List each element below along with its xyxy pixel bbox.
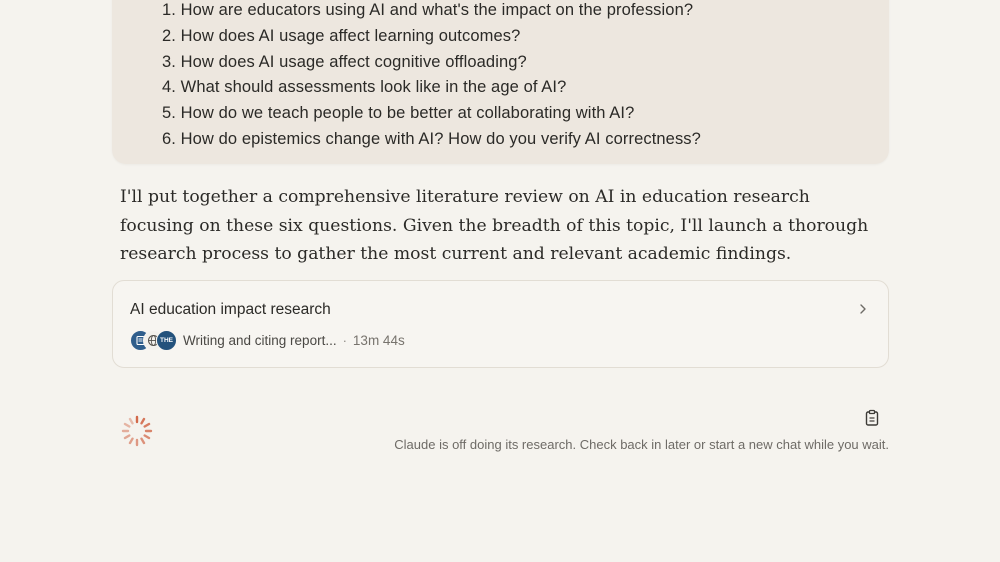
research-card[interactable]: AI education impact research THE Writing…: [112, 280, 889, 368]
research-status: Writing and citing report...: [183, 332, 337, 348]
chat-page: 1. How are educators using AI and what's…: [0, 0, 1000, 562]
question-item: 5. How do we teach people to be better a…: [162, 104, 635, 123]
question-item: 4. What should assessments look like in …: [162, 78, 567, 97]
copy-clipboard-icon[interactable]: [862, 408, 882, 428]
question-item: 2. How does AI usage affect learning out…: [162, 26, 521, 45]
research-title: AI education impact research: [130, 301, 331, 318]
question-item: 3. How does AI usage affect cognitive of…: [162, 52, 527, 71]
assistant-response: I'll put together a comprehensive litera…: [120, 187, 869, 264]
research-status-note: Claude is off doing its research. Check …: [394, 437, 889, 452]
question-item: 1. How are educators using AI and what's…: [162, 1, 694, 19]
source-icons: THE: [130, 329, 177, 351]
elapsed-time: 13m 44s: [352, 332, 405, 348]
user-message: 1. How are educators using AI and what's…: [112, 0, 889, 164]
question-list: 1. How are educators using AI and what's…: [162, 0, 701, 153]
research-meta: THE Writing and citing report... · 13m 4…: [130, 329, 405, 351]
question-item: 6. How do epistemics change with AI? How…: [162, 129, 701, 148]
loading-spinner-icon: [121, 415, 153, 447]
the-source-icon: THE: [156, 329, 177, 351]
chevron-right-icon[interactable]: [856, 302, 870, 316]
meta-separator: ·: [342, 332, 347, 348]
